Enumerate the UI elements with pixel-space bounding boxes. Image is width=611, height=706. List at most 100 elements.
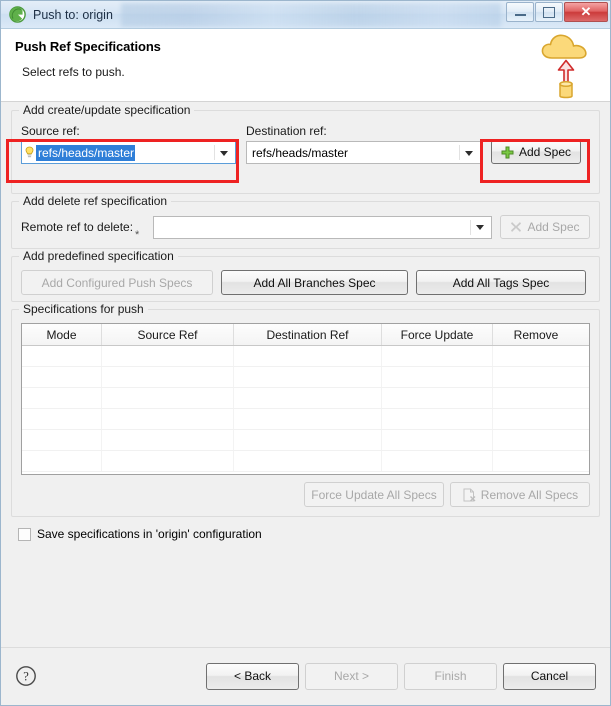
add-all-tags-spec-label: Add All Tags Spec (452, 275, 550, 290)
remove-document-icon (463, 488, 476, 501)
table-cell (102, 346, 234, 366)
chevron-down-icon[interactable] (476, 225, 484, 230)
table-row[interactable] (22, 430, 589, 451)
back-button-label: < Back (233, 669, 272, 683)
source-ref-label: Source ref: (21, 124, 80, 138)
specs-group-legend: Specifications for push (19, 302, 148, 316)
remote-ref-combo-separator (470, 219, 471, 235)
page-subtitle: Select refs to push. (22, 65, 125, 79)
source-ref-combo[interactable]: refs/heads/master (21, 141, 236, 164)
table-row[interactable] (22, 451, 589, 472)
table-cell (22, 451, 102, 471)
remote-ref-required-marker: * (135, 229, 140, 241)
column-header-source-ref[interactable]: Source Ref (102, 324, 234, 345)
table-row[interactable] (22, 388, 589, 409)
table-cell (234, 451, 382, 471)
force-update-all-specs-label: Force Update All Specs (311, 487, 437, 502)
table-row[interactable] (22, 409, 589, 430)
column-header-mode[interactable]: Mode (22, 324, 102, 345)
table-cell (234, 367, 382, 387)
wizard-header: Push Ref Specifications Select refs to p… (1, 29, 610, 102)
add-configured-push-specs-label: Add Configured Push Specs (41, 275, 193, 290)
destination-ref-value: refs/heads/master (252, 145, 349, 160)
push-to-cloud-icon (541, 34, 587, 99)
specifications-table[interactable]: Mode Source Ref Destination Ref Force Up… (21, 323, 590, 475)
cancel-button[interactable]: Cancel (503, 662, 596, 690)
dialog-footer: ? < Back Next > Finish Cancel (1, 647, 610, 704)
table-cell (234, 430, 382, 450)
table-cell (102, 430, 234, 450)
column-header-remove[interactable]: Remove (493, 324, 579, 345)
predefined-specification-group: Add predefined specification Add Configu… (11, 249, 600, 302)
delete-add-spec-button-label: Add Spec (527, 220, 580, 234)
title-bar: Push to: origin ✕ (1, 1, 610, 29)
create-update-group-legend: Add create/update specification (19, 103, 195, 117)
specifications-for-push-group: Specifications for push Mode Source Ref … (11, 302, 600, 517)
table-cell (382, 367, 493, 387)
back-button[interactable]: < Back (206, 662, 299, 690)
finish-button: Finish (404, 662, 497, 690)
chevron-down-icon[interactable] (220, 150, 228, 156)
add-all-branches-spec-label: Add All Branches Spec (253, 275, 376, 290)
source-ref-value: refs/heads/master (36, 144, 136, 161)
minimize-icon (514, 14, 526, 16)
table-cell (382, 346, 493, 366)
content-assist-bulb-icon (25, 146, 34, 158)
destination-ref-combo[interactable]: refs/heads/master (246, 141, 481, 164)
dialog-content: Add create/update specification Source r… (1, 102, 610, 647)
next-button: Next > (305, 662, 398, 690)
save-specifications-checkbox[interactable] (18, 527, 31, 541)
predefined-group-legend: Add predefined specification (19, 249, 178, 263)
table-cell (234, 409, 382, 429)
column-header-destination-ref[interactable]: Destination Ref (234, 324, 382, 345)
finish-button-label: Finish (434, 669, 467, 683)
save-specifications-label: Save specifications in 'origin' configur… (37, 527, 262, 541)
table-cell (382, 388, 493, 408)
plus-icon (501, 146, 514, 158)
title-bar-blur-overlay (121, 3, 501, 27)
remove-all-specs-button: Remove All Specs (450, 482, 590, 507)
window-title: Push to: origin (33, 7, 113, 22)
table-cell (382, 409, 493, 429)
table-cell (493, 388, 579, 408)
cancel-button-label: Cancel (530, 669, 569, 683)
table-cell (493, 430, 579, 450)
save-specifications-checkbox-row[interactable]: Save specifications in 'origin' configur… (18, 527, 600, 541)
table-row[interactable] (22, 367, 589, 388)
page-title: Push Ref Specifications (15, 39, 161, 54)
table-cell (22, 430, 102, 450)
column-header-force-update[interactable]: Force Update (382, 324, 493, 345)
remote-ref-to-delete-combo[interactable] (153, 215, 492, 239)
add-all-branches-spec-button[interactable]: Add All Branches Spec (221, 270, 408, 295)
egit-icon (9, 6, 26, 23)
force-update-all-specs-button: Force Update All Specs (304, 482, 444, 507)
table-cell (493, 367, 579, 387)
table-cell (234, 346, 382, 366)
remote-ref-to-delete-label: Remote ref to delete: (21, 220, 134, 234)
delete-group-legend: Add delete ref specification (19, 194, 172, 208)
maximize-icon (543, 6, 555, 18)
destination-ref-combo-separator (459, 145, 460, 160)
minimize-button[interactable] (506, 2, 534, 22)
help-icon[interactable]: ? (15, 665, 37, 687)
table-cell (22, 409, 102, 429)
svg-text:?: ? (23, 670, 29, 684)
window-controls: ✕ (505, 2, 608, 22)
table-cell (234, 388, 382, 408)
close-button[interactable]: ✕ (564, 2, 608, 22)
create-update-specification-group: Add create/update specification Source r… (11, 103, 600, 194)
table-cell (22, 346, 102, 366)
add-spec-button[interactable]: Add Spec (491, 140, 581, 164)
remove-all-specs-label: Remove All Specs (480, 487, 579, 502)
add-configured-push-specs-button: Add Configured Push Specs (21, 270, 213, 295)
maximize-button[interactable] (535, 2, 563, 22)
table-cell (102, 388, 234, 408)
table-cell (382, 430, 493, 450)
add-all-tags-spec-button[interactable]: Add All Tags Spec (416, 270, 586, 295)
delete-ref-specification-group: Add delete ref specification Remote ref … (11, 194, 600, 249)
add-spec-button-label: Add Spec (518, 145, 572, 159)
table-cell (102, 451, 234, 471)
table-row[interactable] (22, 346, 589, 367)
next-button-label: Next > (333, 669, 369, 683)
chevron-down-icon[interactable] (465, 150, 473, 156)
